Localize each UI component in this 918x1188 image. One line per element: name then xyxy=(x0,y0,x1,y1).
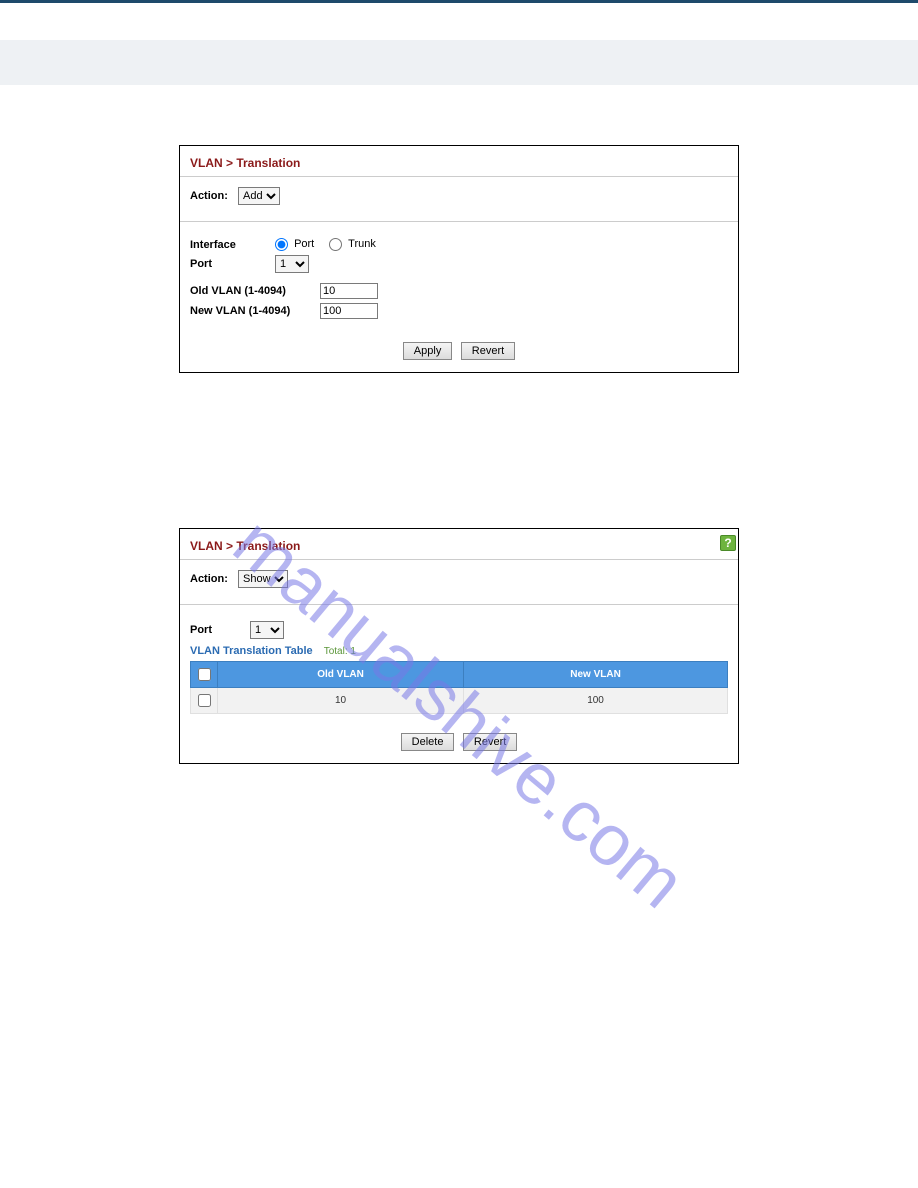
table-row: 10 100 xyxy=(191,688,728,714)
interface-label: Interface xyxy=(190,239,275,251)
total-label: Total: xyxy=(324,646,348,657)
revert-button[interactable]: Revert xyxy=(463,733,517,751)
vlan-translation-show-panel: ? VLAN > Translation Action: Show Port 1… xyxy=(179,528,739,764)
cell-old-vlan: 10 xyxy=(218,688,464,714)
new-vlan-label: New VLAN (1-4094) xyxy=(190,305,320,317)
action-select[interactable]: Add xyxy=(238,187,280,205)
radio-trunk-label: Trunk xyxy=(348,238,376,250)
radio-port-label: Port xyxy=(294,238,314,250)
radio-trunk-option[interactable]: Trunk xyxy=(329,238,376,250)
apply-button[interactable]: Apply xyxy=(403,342,453,360)
old-vlan-label: Old VLAN (1-4094) xyxy=(190,285,320,297)
old-vlan-input[interactable] xyxy=(320,283,378,299)
col-checkbox xyxy=(191,662,218,688)
port-select[interactable]: 1 xyxy=(250,621,284,639)
delete-button[interactable]: Delete xyxy=(401,733,455,751)
vlan-translation-add-panel: VLAN > Translation Action: Add Interface… xyxy=(179,145,739,373)
col-old-vlan: Old VLAN xyxy=(218,662,464,688)
panel-title: VLAN > Translation xyxy=(180,529,738,560)
radio-trunk[interactable] xyxy=(329,238,342,251)
port-label: Port xyxy=(190,624,250,636)
new-vlan-input[interactable] xyxy=(320,303,378,319)
vlan-translation-table: Old VLAN New VLAN 10 100 xyxy=(190,661,728,714)
row-checkbox[interactable] xyxy=(198,694,211,707)
total-value: 1 xyxy=(350,646,356,657)
header-band xyxy=(0,40,918,85)
radio-port[interactable] xyxy=(275,238,288,251)
select-all-checkbox[interactable] xyxy=(198,668,211,681)
radio-port-option[interactable]: Port xyxy=(275,238,317,250)
top-border xyxy=(0,0,918,40)
port-select[interactable]: 1 xyxy=(275,255,309,273)
table-title: VLAN Translation Table xyxy=(190,645,313,657)
action-select[interactable]: Show xyxy=(238,570,288,588)
port-label: Port xyxy=(190,258,275,270)
action-label: Action: xyxy=(190,190,238,202)
help-icon[interactable]: ? xyxy=(720,535,736,551)
revert-button[interactable]: Revert xyxy=(461,342,515,360)
cell-new-vlan: 100 xyxy=(464,688,728,714)
divider xyxy=(180,221,738,222)
panel-title: VLAN > Translation xyxy=(180,146,738,177)
col-new-vlan: New VLAN xyxy=(464,662,728,688)
action-label: Action: xyxy=(190,573,238,585)
divider xyxy=(180,604,738,605)
